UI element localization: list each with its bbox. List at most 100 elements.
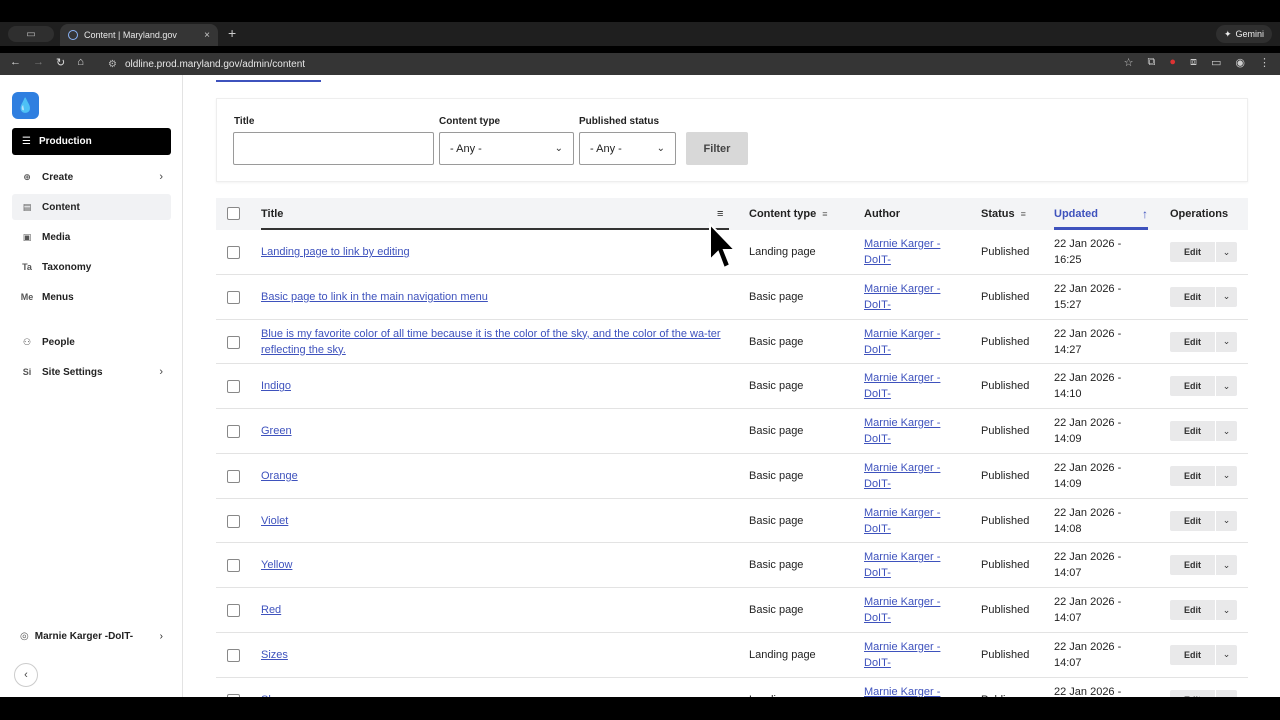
row-title-link[interactable]: Blue is my favorite color of all time be… (261, 326, 731, 358)
row-checkbox[interactable] (227, 425, 240, 438)
row-title-link[interactable]: Red (261, 602, 281, 618)
row-author-link[interactable]: Marnie Karger - DoIT- (864, 370, 954, 402)
sidebar-item-site-settings[interactable]: Si Site Settings › (12, 359, 171, 385)
extension-badge-icon[interactable]: ● (1169, 56, 1176, 69)
row-checkbox[interactable] (227, 469, 240, 483)
tab-switcher-button[interactable]: ▭ (8, 26, 54, 42)
environment-button[interactable]: ☰ Production (12, 128, 171, 155)
title-filter-input[interactable] (233, 132, 434, 165)
chevron-down-icon: ⌄ (656, 143, 665, 154)
operations-dropdown-button[interactable]: ⌄ (1215, 331, 1237, 352)
browser-menu-icon[interactable]: ⋮ (1259, 56, 1270, 69)
profile-avatar-icon[interactable]: ◉ (1235, 56, 1245, 69)
side-panel-icon[interactable]: ▭ (1211, 56, 1221, 69)
row-author-link[interactable]: Marnie Karger - DoIT- (864, 639, 954, 671)
edit-button[interactable]: Edit (1170, 645, 1215, 665)
edit-button[interactable]: Edit (1170, 332, 1215, 352)
select-all-checkbox[interactable] (227, 207, 240, 220)
back-icon[interactable]: ← (10, 56, 21, 69)
sidebar-item-taxonomy[interactable]: Ta Taxonomy (12, 254, 171, 280)
extension-icon[interactable]: ⧉ (1147, 56, 1155, 69)
site-info-icon[interactable]: ⚙ (108, 59, 117, 70)
row-author-link[interactable]: Marnie Karger - DoIT- (864, 549, 954, 581)
home-icon[interactable]: ⌂ (77, 56, 84, 69)
row-title-link[interactable]: Sizes (261, 647, 288, 663)
row-checkbox[interactable] (227, 559, 240, 573)
sidebar-item-create[interactable]: ⊕ Create › (12, 164, 171, 190)
row-checkbox[interactable] (227, 604, 240, 617)
row-checkbox[interactable] (227, 335, 240, 349)
operations-dropdown-button[interactable]: ⌄ (1215, 242, 1237, 262)
operations-dropdown-button[interactable]: ⌄ (1215, 421, 1237, 441)
chevron-down-icon: ⌄ (1222, 291, 1231, 302)
row-author-link[interactable]: Marnie Karger - (864, 684, 954, 698)
collapse-sidebar-button[interactable]: ‹ (14, 663, 38, 687)
row-checkbox[interactable] (227, 514, 240, 528)
row-author-link[interactable]: Marnie Karger - DoIT- (864, 505, 954, 537)
new-tab-button[interactable]: + (228, 25, 236, 41)
column-header-title[interactable]: Title (261, 198, 283, 230)
sidebar-item-people[interactable]: ⚇ People (12, 329, 171, 355)
row-checkbox[interactable] (227, 648, 240, 662)
edit-button[interactable]: Edit (1170, 511, 1215, 531)
filter-button[interactable]: Filter (686, 132, 748, 165)
chevron-down-icon: ⌄ (1222, 336, 1231, 346)
edit-button[interactable]: Edit (1170, 287, 1215, 307)
row-title-link[interactable]: Yellow (261, 557, 292, 573)
row-author-link[interactable]: Marnie Karger - DoIT- (864, 236, 954, 268)
row-title-cell: Basic page to link in the main navigatio… (261, 275, 731, 319)
bookmark-star-icon[interactable]: ☆ (1124, 56, 1134, 69)
table-row: Violet Basic page Marnie Karger - DoIT- … (216, 499, 1248, 544)
column-header-status[interactable]: Status ≡ (981, 198, 1026, 230)
row-checkbox[interactable] (227, 246, 240, 259)
gemini-button[interactable]: ✦ Gemini (1215, 25, 1272, 43)
edit-button[interactable]: Edit (1170, 600, 1215, 620)
published-status-select[interactable]: - Any - ⌄ (579, 132, 676, 165)
row-author-link[interactable]: Marnie Karger - DoIT- (864, 460, 954, 492)
reload-icon[interactable]: ↻ (56, 56, 65, 69)
operations-dropdown-button[interactable]: ⌄ (1215, 600, 1237, 620)
edit-button[interactable]: Edit (1170, 242, 1215, 262)
edit-button[interactable]: Edit (1170, 421, 1215, 441)
address-bar[interactable]: ⚙ oldline.prod.maryland.gov/admin/conten… (108, 53, 1098, 75)
extensions-puzzle-icon[interactable]: ⧈ (1190, 56, 1197, 69)
row-content-type: Landing page (749, 246, 816, 258)
sidebar-item-menus[interactable]: Me Menus (12, 284, 171, 310)
edit-button[interactable]: Edit (1170, 690, 1215, 698)
row-title-link[interactable]: Landing page to link by editing (261, 244, 410, 260)
operations-dropdown-button[interactable]: ⌄ (1215, 689, 1237, 697)
operations-dropdown-button[interactable]: ⌄ (1215, 465, 1237, 486)
operations-dropdown-button[interactable]: ⌄ (1215, 555, 1237, 576)
sidebar-item-media[interactable]: ▣ Media (12, 224, 171, 250)
row-author-link[interactable]: Marnie Karger - DoIT- (864, 415, 954, 447)
operations-dropdown-button[interactable]: ⌄ (1215, 644, 1237, 665)
row-author-link[interactable]: Marnie Karger - DoIT- (864, 326, 954, 358)
row-title-link[interactable]: Basic page to link in the main navigatio… (261, 289, 488, 305)
row-title-link[interactable]: Indigo (261, 378, 291, 394)
edit-button[interactable]: Edit (1170, 376, 1215, 396)
content-type-select[interactable]: - Any - ⌄ (439, 132, 574, 165)
row-content-type: Basic page (749, 425, 804, 437)
edit-button[interactable]: Edit (1170, 555, 1215, 575)
column-header-content-type[interactable]: Content type ≡ (749, 198, 828, 230)
sidebar-user-menu[interactable]: ◎ Marnie Karger -DoIT- › (12, 623, 171, 649)
row-author-link[interactable]: Marnie Karger - DoIT- (864, 594, 954, 626)
row-author-link[interactable]: Marnie Karger - DoIT- (864, 281, 954, 313)
operations-dropdown-button[interactable]: ⌄ (1215, 286, 1237, 307)
row-checkbox[interactable] (227, 380, 240, 394)
sort-icon: ≡ (1020, 209, 1026, 219)
operations-dropdown-button[interactable]: ⌄ (1215, 510, 1237, 531)
operations-dropdown-button[interactable]: ⌄ (1215, 376, 1237, 397)
close-tab-icon[interactable]: × (204, 30, 210, 41)
row-title-link[interactable]: Violet (261, 513, 288, 529)
row-title-link[interactable]: Green (261, 423, 292, 439)
sidebar-item-content[interactable]: ▤ Content (12, 194, 171, 220)
browser-tab[interactable]: Content | Maryland.gov × (60, 24, 218, 46)
row-checkbox[interactable] (227, 290, 240, 304)
edit-button[interactable]: Edit (1170, 466, 1215, 486)
drupal-logo-icon[interactable]: 💧 (12, 92, 39, 119)
forward-icon[interactable]: → (33, 56, 44, 69)
filter-form: Title Content type - Any - ⌄ Published s… (216, 98, 1248, 182)
column-header-updated[interactable]: Updated ↑ (1054, 198, 1148, 230)
row-title-link[interactable]: Orange (261, 468, 298, 484)
